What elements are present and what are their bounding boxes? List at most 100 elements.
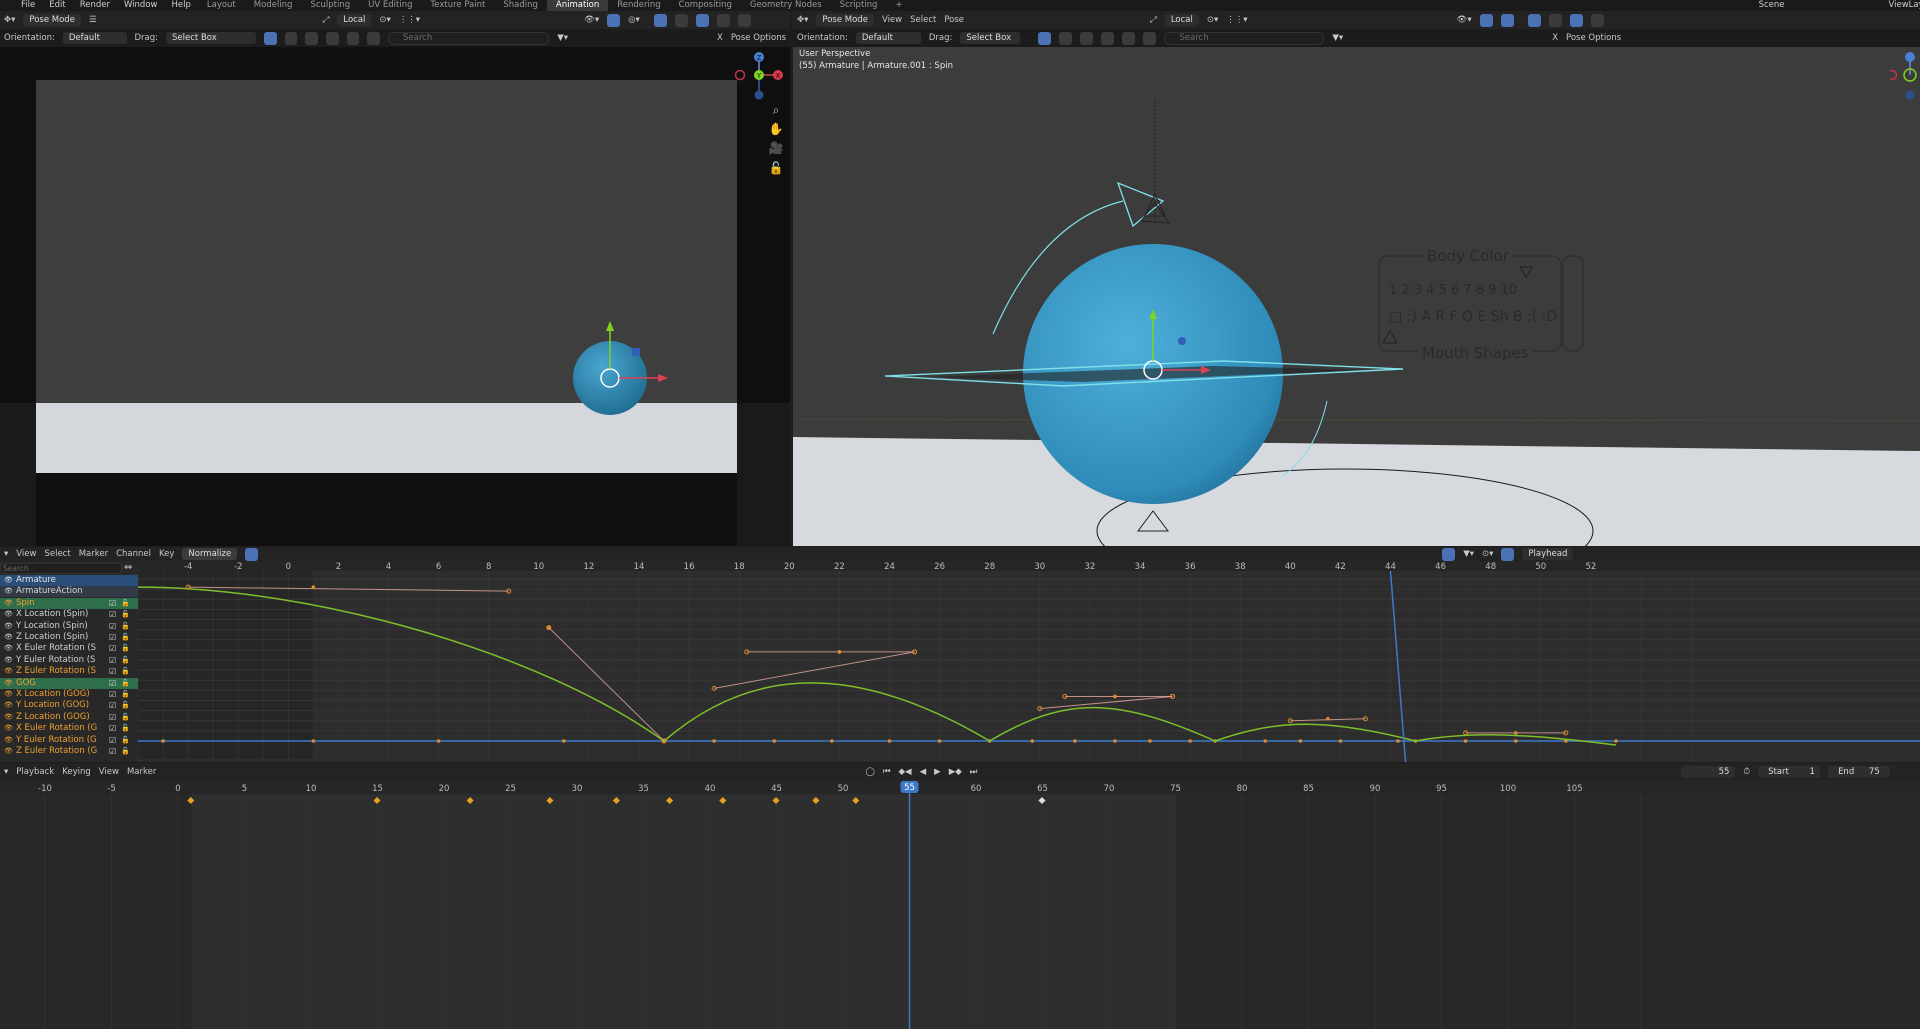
end-field[interactable]: End 75 xyxy=(1828,765,1891,778)
jump-end-icon[interactable]: ⏭ xyxy=(970,767,978,777)
workspace-tab-compositing[interactable]: Compositing xyxy=(670,0,741,11)
graph-editor[interactable]: ▾ View Select Marker Channel Key Normali… xyxy=(0,547,1920,762)
visibility-icon[interactable]: 👁 xyxy=(4,735,13,746)
menu-file[interactable]: File xyxy=(14,0,42,11)
workspace-tab-layout[interactable]: Layout xyxy=(198,0,245,11)
workspace-tab-geometry-nodes[interactable]: Geometry Nodes xyxy=(741,0,831,11)
channel-lock-icon[interactable]: 🔓 xyxy=(121,632,130,643)
channel-row[interactable]: Z Euler Rotation (S 👁 ☑ 🔓 xyxy=(0,666,138,677)
prev-key-icon[interactable]: ◆◀ xyxy=(899,767,912,777)
visibility-icon[interactable]: 👁 xyxy=(4,700,13,711)
channel-row[interactable]: X Location (Spin) 👁 ☑ 🔓 xyxy=(0,609,138,620)
channel-lock-icon[interactable]: 🔓 xyxy=(121,678,130,689)
menu-help[interactable]: Help xyxy=(164,0,197,11)
zoom-icon[interactable]: ⌕ xyxy=(768,103,784,118)
visibility-icon[interactable]: 👁 xyxy=(4,689,13,700)
visibility-icon[interactable]: 👁 xyxy=(4,632,13,643)
channel-row[interactable]: X Euler Rotation (S 👁 ☑ 🔓 xyxy=(0,643,138,654)
workspace-tab-modeling[interactable]: Modeling xyxy=(245,0,302,11)
visibility-icon[interactable]: 👁 xyxy=(4,678,13,689)
view-menu[interactable]: View xyxy=(99,767,119,777)
scene-selector[interactable]: Scene xyxy=(1752,0,1792,11)
channel-row[interactable]: ArmatureAction 👁 xyxy=(0,586,138,598)
channel-checkbox[interactable]: ☑ xyxy=(109,666,116,677)
channel-row[interactable]: Y Location (Spin) 👁 ☑ 🔓 xyxy=(0,621,138,632)
channel-checkbox[interactable]: ☑ xyxy=(109,655,116,666)
playhead-dropdown[interactable]: Playhead xyxy=(1522,548,1574,560)
channel-checkbox[interactable]: ☑ xyxy=(109,723,116,734)
menu-channel[interactable]: Channel xyxy=(116,549,151,559)
menu-select[interactable]: Select xyxy=(44,549,70,559)
visibility-icon[interactable]: 👁 xyxy=(4,723,13,734)
workspace-tab-shading[interactable]: Shading xyxy=(494,0,547,11)
workspace-tab-rendering[interactable]: Rendering xyxy=(608,0,669,11)
add-workspace-button[interactable]: + xyxy=(886,0,911,11)
channel-lock-icon[interactable]: 🔓 xyxy=(121,609,130,620)
visibility-icon[interactable]: 👁 xyxy=(4,643,13,654)
channel-lock-icon[interactable]: 🔓 xyxy=(121,746,130,757)
channel-row[interactable]: Y Location (GOG) 👁 ☑ 🔓 xyxy=(0,700,138,711)
menu-window[interactable]: Window xyxy=(117,0,165,11)
channel-lock-icon[interactable]: 🔓 xyxy=(121,655,130,666)
menu-view[interactable]: View xyxy=(16,549,36,559)
graph-area[interactable]: -4 -2 0 2 4 6 8 10 12 14 16 18 20 22 24 26 28 30 32 34 36 38 4… xyxy=(138,561,1920,762)
workspace-tab-texture-paint[interactable]: Texture Paint xyxy=(422,0,495,11)
snap-icon[interactable]: ⊙▾ xyxy=(1482,549,1493,559)
channel-checkbox[interactable]: ☑ xyxy=(109,689,116,700)
channel-row[interactable]: Z Euler Rotation (G 👁 ☑ 🔓 xyxy=(0,746,138,757)
channel-swap-icon[interactable]: ⇔ xyxy=(124,562,132,573)
menu-key[interactable]: Key xyxy=(159,549,174,559)
channel-checkbox[interactable]: ☑ xyxy=(109,735,116,746)
workspace-tab-animation[interactable]: Animation xyxy=(546,0,609,11)
navigation-gizmo[interactable]: Z Y X xyxy=(732,51,787,106)
workspace-tab-scripting[interactable]: Scripting xyxy=(831,0,887,11)
channel-row[interactable]: Y Euler Rotation (S 👁 ☑ 🔓 xyxy=(0,655,138,666)
channel-checkbox[interactable]: ☑ xyxy=(109,632,116,643)
channel-checkbox[interactable]: ☑ xyxy=(109,621,116,632)
channel-lock-icon[interactable]: 🔓 xyxy=(121,689,130,700)
channel-checkbox[interactable]: ☑ xyxy=(109,609,116,620)
workspace-tab-uv-editing[interactable]: UV Editing xyxy=(359,0,421,11)
channel-lock-icon[interactable]: 🔓 xyxy=(121,621,130,632)
visibility-icon[interactable]: 👁 xyxy=(4,746,13,757)
channel-checkbox[interactable]: ☑ xyxy=(109,700,116,711)
record-icon[interactable]: ◯ xyxy=(865,767,875,777)
channel-lock-icon[interactable]: 🔓 xyxy=(121,666,130,677)
menu-marker[interactable]: Marker xyxy=(79,549,108,559)
channel-lock-icon[interactable]: 🔓 xyxy=(121,712,130,723)
normalize-toggle[interactable]: Normalize xyxy=(182,548,238,560)
camera-view-icon[interactable]: 🎥 xyxy=(768,141,784,155)
play-reverse-icon[interactable]: ◀ xyxy=(920,767,927,777)
channel-lock-icon[interactable]: 🔓 xyxy=(121,700,130,711)
visibility-icon[interactable]: 👁 xyxy=(4,712,13,723)
proportional-toggle[interactable] xyxy=(1501,547,1515,561)
channel-row[interactable]: Armature 👁 xyxy=(0,575,138,586)
pan-hand-icon[interactable]: ✋ xyxy=(768,122,784,136)
marker-menu[interactable]: Marker xyxy=(127,767,156,777)
channel-row[interactable]: Y Euler Rotation (G 👁 ☑ 🔓 xyxy=(0,735,138,746)
menu-render[interactable]: Render xyxy=(73,0,117,11)
channel-row[interactable]: GOG 👁 ☑ 🔓 xyxy=(0,677,138,689)
visibility-icon[interactable]: 👁 xyxy=(4,598,13,609)
playback-menu[interactable]: Playback xyxy=(16,767,54,777)
left-viewport[interactable]: ✥▾ Pose Mode ☰ ⤢ Local ⊙▾ ⋮⋮▾ 👁▾ ◎▾ Orie… xyxy=(0,11,790,546)
channel-row[interactable]: X Euler Rotation (G 👁 ☑ 🔓 xyxy=(0,723,138,734)
keying-menu[interactable]: Keying xyxy=(62,767,91,777)
right-viewport[interactable]: ✥▾ Pose Mode View Select Pose ⤢ Local ⊙▾… xyxy=(793,11,1920,546)
start-field[interactable]: Start 1 xyxy=(1758,765,1821,778)
visibility-icon[interactable]: 👁 xyxy=(4,621,13,632)
channel-lock-icon[interactable]: 🔓 xyxy=(121,723,130,734)
normalize-settings[interactable] xyxy=(245,547,259,561)
channel-row[interactable]: Z Location (Spin) 👁 ☑ 🔓 xyxy=(0,632,138,643)
channel-checkbox[interactable]: ☑ xyxy=(109,746,116,757)
channel-row[interactable]: X Location (GOG) 👁 ☑ 🔓 xyxy=(0,689,138,700)
editor-type-icon[interactable]: ▾ xyxy=(4,767,8,777)
menu-edit[interactable]: Edit xyxy=(42,0,72,11)
channel-lock-icon[interactable]: 🔓 xyxy=(121,735,130,746)
current-frame-field[interactable]: 55 xyxy=(1681,765,1736,778)
channel-checkbox[interactable]: ☑ xyxy=(109,643,116,654)
visibility-icon[interactable]: 👁 xyxy=(4,655,13,666)
channel-lock-icon[interactable]: 🔓 xyxy=(121,598,130,609)
next-key-icon[interactable]: ▶◆ xyxy=(949,767,962,777)
channel-checkbox[interactable]: ☑ xyxy=(109,598,116,609)
